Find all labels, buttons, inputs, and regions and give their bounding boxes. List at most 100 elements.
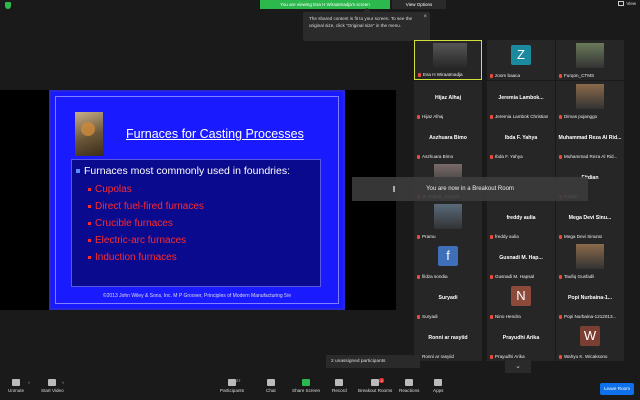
muted-mic-icon [559, 154, 562, 159]
participants-button[interactable]: 27 Participants [220, 378, 244, 393]
chevron-down-icon[interactable]: ⌄ [505, 360, 531, 373]
participant-name-label: Popi Nurbaina-1212013... [559, 314, 616, 319]
muted-mic-icon [559, 234, 562, 239]
participant-name: Gusnadi M. Hapsal [495, 274, 535, 279]
participant-tile[interactable]: freddy aulia freddy aulia [487, 201, 555, 241]
apps-button[interactable]: Apps [433, 379, 443, 393]
breakout-rooms-badge: 2 [379, 378, 385, 383]
participant-tile[interactable]: Hijaz Alhaj Hijaz Alhaj [414, 81, 482, 121]
participant-tile[interactable]: N Nino Hendra [487, 281, 555, 321]
participant-tile[interactable]: Ronni ar rasyiid Ronni ar rasyiid [414, 321, 482, 361]
participant-avatar: W [580, 326, 600, 346]
share-screen-button[interactable]: Share Screen [292, 379, 320, 393]
participant-name-label: freddy aulia [490, 234, 519, 239]
apps-label: Apps [433, 388, 444, 393]
participant-tile[interactable]: Zzoom baaca [487, 40, 555, 80]
sub-bullet: Crucible furnaces [88, 218, 173, 229]
start-video-button[interactable]: Start Video [41, 379, 64, 393]
sub-bullet-text: Direct fuel-fired furnaces [95, 201, 204, 212]
participant-name-label: Mega Devi Sinurat [559, 234, 602, 239]
reactions-label: Reactions [399, 388, 420, 393]
chat-label: Chat [266, 388, 276, 393]
breakout-rooms-button[interactable]: 2 Breakout Rooms [358, 378, 393, 393]
top-bar: You are viewing Esa H Wiraatmadja's scre… [0, 0, 640, 10]
close-icon[interactable]: × [423, 14, 427, 21]
participant-tile[interactable]: Prayudhi Arika Prayudhi Arika [487, 321, 555, 361]
participant-avatar: Z [511, 45, 531, 65]
participant-tile[interactable]: W Wahyu K. Wicaksono [556, 321, 624, 361]
participant-name: Aszhuara Bimo [422, 154, 454, 159]
breakout-room-notice: You are now in a Breakout Room [352, 177, 588, 201]
participant-name: Ibda F. Yahya [495, 154, 523, 159]
participant-name: Taufiq Gusfadli [564, 274, 595, 279]
participant-name-label: Dimas pujanggo [559, 114, 597, 119]
record-label: Record [332, 388, 347, 393]
participant-name: Pramu [422, 234, 436, 239]
participant-tile[interactable]: Esa H Wiraatmadja [414, 40, 482, 80]
participant-tile[interactable]: Jeremia Lambok... Jeremia Lambok Christia… [487, 81, 555, 121]
participant-name-label: Ibda F. Yahya [490, 154, 523, 159]
participant-name: Prayudhi Arika [495, 354, 525, 359]
video-options-caret[interactable]: ^ [62, 381, 64, 386]
participant-name: Dimas pujanggo [564, 114, 598, 119]
reactions-button[interactable]: Reactions [399, 379, 419, 393]
participant-name-label: Suryadi [417, 314, 438, 319]
participant-name-label: fildza sondia [417, 274, 448, 279]
muted-mic-icon [417, 234, 420, 239]
participant-name-label: Wahyu K. Wicaksono [559, 354, 608, 359]
chat-button[interactable]: Chat [266, 379, 276, 393]
sub-bullet: Induction furnaces [88, 252, 177, 263]
participant-photo [576, 244, 604, 269]
participant-tile[interactable]: f fildza sondia [414, 241, 482, 281]
muted-mic-icon [417, 314, 420, 319]
view-options-button[interactable]: View Options [392, 0, 446, 9]
leave-room-button[interactable]: Leave Room [600, 383, 634, 395]
sub-bullet-text: Electric-arc furnaces [95, 235, 187, 246]
audio-options-caret[interactable]: ^ [28, 381, 30, 386]
muted-mic-icon [417, 114, 420, 119]
muted-mic-icon [417, 154, 420, 159]
participant-name: zoom baaca [495, 73, 521, 78]
participant-name-label: Jeremia Lambok Christian [490, 114, 548, 119]
view-button[interactable]: View [618, 1, 636, 6]
participant-avatar: f [438, 246, 458, 266]
participant-name-label: Muhammad Reza Al Rid... [559, 154, 617, 159]
participant-name: Hijaz Alhaj [422, 114, 444, 119]
participant-tile[interactable]: Gusnadi M. Hap... Gusnadi M. Hapsal [487, 241, 555, 281]
fit-screen-tooltip: The shared content is fit to your screen… [303, 8, 430, 41]
muted-mic-icon [490, 234, 493, 239]
participant-name-label: Prayudhi Arika [490, 354, 525, 359]
breakout-rooms-label: Breakout Rooms [358, 388, 393, 393]
participant-tile[interactable]: Pramu [414, 201, 482, 241]
participant-display-name: Ronni ar rasyiid [428, 335, 468, 341]
drag-handle[interactable] [393, 186, 395, 192]
security-shield-icon[interactable] [5, 2, 11, 9]
participants-count: 27 [236, 378, 241, 383]
participant-tile[interactable]: Taufiq Gusfadli [556, 241, 624, 281]
participant-tile[interactable]: Aszhuara Bimo Aszhuara Bimo [414, 121, 482, 161]
bullet-square-icon [88, 204, 91, 208]
participant-tile[interactable]: Muhammad Reza Al Rid... Muhammad Reza Al … [556, 121, 624, 161]
participant-tile[interactable]: Popi Nurbaina-1... Popi Nurbaina-1212013.… [556, 281, 624, 321]
participant-tile[interactable]: Furqon_CTMS [556, 40, 624, 80]
participant-tile[interactable]: Dimas pujanggo [556, 81, 624, 121]
participant-tile[interactable]: Mega Devi Sinu... Mega Devi Sinurat [556, 201, 624, 241]
participant-name: Furqon_CTMS [564, 73, 595, 78]
share-screen-icon [302, 379, 311, 386]
participant-tile[interactable]: Ibda F. Yahya Ibda F. Yahya [487, 121, 555, 161]
record-button[interactable]: Record [332, 379, 347, 393]
sub-bullet-text: Induction furnaces [95, 252, 177, 263]
presentation-slide: Furnaces for Casting Processes Furnaces … [49, 90, 345, 310]
participant-tile[interactable]: Suryadi Suryadi [414, 281, 482, 321]
unmute-button[interactable]: Unmute [8, 379, 24, 393]
sub-bullet: Cupolas [88, 184, 132, 195]
participant-avatar: N [511, 286, 531, 306]
participant-gallery: Esa H Wiraatmadja Zzoom baaca Furqon_CTMS H… [414, 40, 640, 362]
participant-name-label: Furqon_CTMS [559, 73, 594, 78]
unassigned-participants[interactable]: 2 unassigned participants [326, 355, 420, 368]
sub-bullet-text: Cupolas [95, 184, 132, 195]
participant-video [433, 43, 467, 71]
participant-photo [576, 43, 604, 68]
muted-mic-icon [417, 274, 420, 279]
main-bullet-text: Furnaces most commonly used in foundries… [84, 165, 291, 177]
